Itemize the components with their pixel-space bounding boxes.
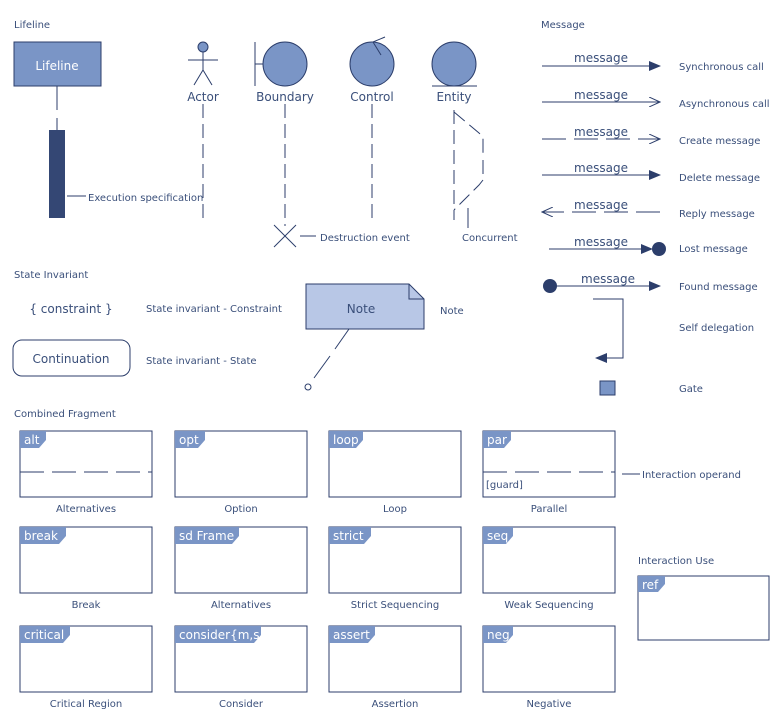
fragment-tag: sd Frame (179, 529, 234, 543)
section-state-invariant: State Invariant (14, 270, 88, 281)
lifeline-shape[interactable]: Lifeline (13, 41, 102, 218)
fragment-caption: Weak Sequencing (504, 600, 593, 611)
actor-label: Actor (187, 90, 219, 104)
message-reply[interactable]: message (542, 198, 660, 212)
fragment-tag: break (24, 529, 58, 543)
message-label: message (574, 198, 628, 212)
execution-specification-bar[interactable] (49, 130, 65, 218)
fragment-seq[interactable]: seq Weak Sequencing (482, 526, 616, 611)
uml-sequence-stencil: Lifeline Message State Invariant Combine… (12, 20, 770, 710)
constraint-shape[interactable]: { constraint } (29, 302, 112, 316)
fragment-critical[interactable]: critical Critical Region (19, 625, 153, 710)
destruction-event-icon (273, 224, 297, 248)
fragment-caption: Break (72, 600, 101, 611)
fragment-consider-m-s-[interactable]: consider{m,s} Consider (174, 625, 308, 710)
entity-shape[interactable] (431, 41, 484, 228)
gate-label: Gate (679, 384, 703, 395)
fragment-caption: Consider (219, 699, 264, 710)
message-label: message (574, 125, 628, 139)
message-lost[interactable]: message (549, 235, 666, 256)
section-interaction-use: Interaction Use (638, 556, 714, 567)
destruction-event-label: Destruction event (320, 233, 410, 244)
fragment-strict[interactable]: strict Strict Sequencing (328, 526, 462, 611)
fragment-caption: Loop (383, 504, 407, 515)
fragment-tag: strict (333, 529, 364, 543)
fragment-par[interactable]: par [guard] Parallel (482, 430, 616, 515)
entity-label: Entity (436, 90, 471, 104)
control-label: Control (350, 90, 393, 104)
self-delegation-label: Self delegation (679, 323, 754, 334)
fragment-tag: par (487, 433, 507, 447)
continuation-label: Continuation (33, 352, 110, 366)
message-found[interactable]: message (543, 272, 661, 293)
fragment-neg[interactable]: neg Negative (482, 625, 616, 710)
reply-message-label: Reply message (679, 209, 755, 220)
lost-dot-icon (652, 242, 666, 256)
message-delete[interactable]: message (542, 161, 661, 180)
fragment-caption: Critical Region (50, 699, 122, 710)
message-synchronous[interactable]: message (542, 51, 661, 71)
message-label: message (574, 235, 628, 249)
interaction-operand-label: Interaction operand (642, 470, 741, 481)
fragment-caption: Alternatives (211, 600, 271, 611)
note-box-label: Note (347, 302, 375, 316)
concurrent-label: Concurrent (462, 233, 518, 244)
control-shape[interactable] (349, 36, 395, 220)
section-lifeline: Lifeline (14, 20, 50, 31)
message-label: message (574, 88, 628, 102)
delete-message-label: Delete message (679, 173, 760, 184)
message-label: message (581, 272, 635, 286)
lost-message-label: Lost message (679, 244, 748, 255)
ref-tag: ref (642, 578, 659, 592)
fragment-caption: Strict Sequencing (351, 600, 439, 611)
fragment-tag: seq (487, 529, 508, 543)
fragment-opt[interactable]: opt Option (174, 430, 308, 515)
fragment-tag: loop (333, 433, 359, 447)
fragment-tag: critical (24, 628, 64, 642)
fragment-caption: Alternatives (56, 504, 116, 515)
message-label: message (574, 51, 628, 65)
anchor-icon (304, 383, 312, 391)
gate-shape[interactable] (599, 380, 616, 396)
found-message-label: Found message (679, 282, 758, 293)
continuation-shape[interactable]: Continuation (12, 339, 131, 377)
message-create[interactable]: message (542, 125, 660, 139)
interaction-use-ref[interactable]: ref (637, 575, 770, 641)
execution-spec-label: Execution specification (88, 193, 203, 204)
section-message: Message (541, 20, 585, 31)
synchronous-call-label: Synchronous call (679, 62, 764, 73)
state-desc: State invariant - State (146, 356, 257, 367)
self-delegation-shape[interactable] (593, 298, 624, 363)
fragment-caption: Option (224, 504, 257, 515)
fragment-tag: assert (333, 628, 370, 642)
guard-label: [guard] (486, 480, 523, 491)
constraint-desc: State invariant - Constraint (146, 304, 282, 315)
message-label: message (574, 161, 628, 175)
fragment-assert[interactable]: assert Assertion (328, 625, 462, 710)
create-message-label: Create message (679, 136, 760, 147)
message-asynchronous[interactable]: message (542, 88, 660, 102)
fragment-break[interactable]: break Break (19, 526, 153, 611)
fragment-alt[interactable]: alt Alternatives (19, 430, 153, 515)
fragment-tag: opt (179, 433, 199, 447)
section-combined-fragment: Combined Fragment (14, 409, 116, 420)
fragment-tag: neg (487, 628, 510, 642)
fragment-loop[interactable]: loop Loop (328, 430, 462, 515)
concurrent-marker (453, 111, 484, 211)
boundary-shape[interactable] (254, 41, 316, 248)
fragment-caption: Assertion (372, 699, 419, 710)
fragment-caption: Parallel (531, 504, 567, 515)
combined-fragments: alt Alternatives opt Option loop Loop par [guar… (19, 430, 616, 710)
fragment-caption: Negative (527, 699, 572, 710)
fragment-tag: consider{m,s} (179, 628, 267, 642)
note-desc: Note (440, 306, 464, 317)
note-shape[interactable]: Note (304, 283, 425, 391)
asynchronous-call-label: Asynchronous call (679, 99, 770, 110)
boundary-label: Boundary (256, 90, 314, 104)
lifeline-box-label: Lifeline (35, 59, 78, 73)
fragment-sd-frame[interactable]: sd Frame Alternatives (174, 526, 308, 611)
fragment-tag: alt (24, 433, 40, 447)
